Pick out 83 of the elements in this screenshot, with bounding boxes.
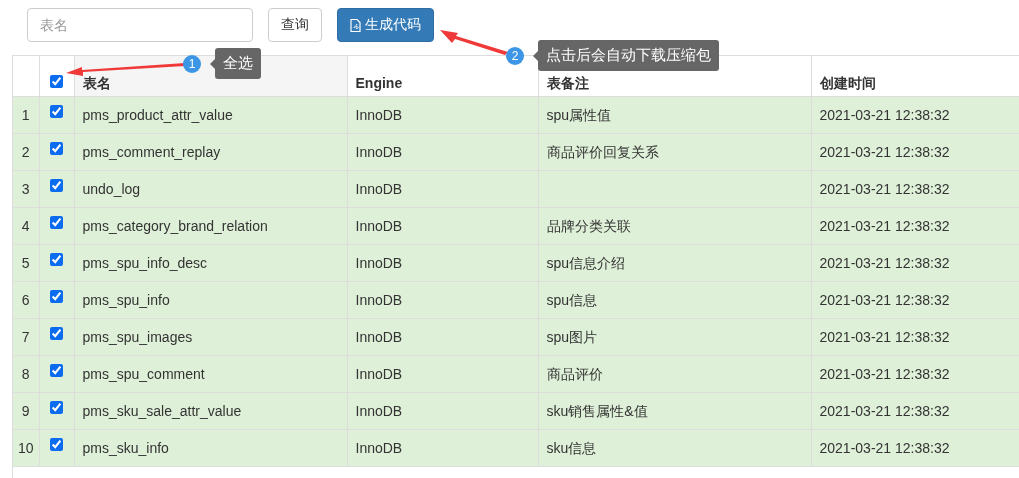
table-cell: pms_spu_comment bbox=[82, 366, 205, 382]
row-number: 7 bbox=[21, 329, 30, 345]
tooltip: 全选 bbox=[215, 48, 261, 79]
table-cell: InnoDB bbox=[355, 255, 403, 271]
table-row[interactable]: 3 undo_log InnoDB 2021-03-21 12:38:32 bbox=[13, 170, 1019, 208]
table-cell: pms_spu_info_desc bbox=[82, 255, 208, 271]
toolbar-button[interactable]: 查询 bbox=[268, 8, 322, 42]
table-cell: spu信息 bbox=[546, 292, 598, 308]
toolbar-button[interactable]: 生成代码 bbox=[337, 8, 434, 42]
table-cell: InnoDB bbox=[355, 218, 403, 234]
table-cell: 2021-03-21 12:38:32 bbox=[819, 181, 950, 197]
table-cell: spu信息介绍 bbox=[546, 255, 626, 271]
row-number: 9 bbox=[21, 403, 30, 419]
table-cell: InnoDB bbox=[355, 440, 403, 456]
step-badge: 1 bbox=[183, 54, 201, 73]
table-cell: 2021-03-21 12:38:32 bbox=[819, 107, 950, 123]
row-checkbox[interactable] bbox=[50, 438, 63, 451]
table-cell: 商品评价 bbox=[546, 366, 603, 382]
table-cell: sku销售属性&值 bbox=[546, 403, 648, 419]
table-row[interactable]: 10 pms_sku_info InnoDB sku信息 2021-03-21 12:38:32 bbox=[13, 429, 1019, 467]
row-number: 3 bbox=[21, 181, 30, 197]
table-cell: 2021-03-21 12:38:32 bbox=[819, 329, 950, 345]
row-checkbox[interactable] bbox=[50, 364, 63, 377]
row-checkbox[interactable] bbox=[50, 142, 63, 155]
table-cell: InnoDB bbox=[355, 292, 403, 308]
table-cell: 2021-03-21 12:38:32 bbox=[819, 292, 950, 308]
table-cell: undo_log bbox=[82, 181, 141, 197]
row-checkbox[interactable] bbox=[50, 327, 63, 340]
row-number: 5 bbox=[21, 255, 30, 271]
table-cell: pms_category_brand_relation bbox=[82, 218, 268, 234]
column-header: 创建时间 bbox=[819, 75, 876, 91]
table-row[interactable]: 6 pms_spu_info InnoDB spu信息 2021-03-21 12:38:32 bbox=[13, 281, 1019, 319]
table-cell: sku信息 bbox=[546, 440, 597, 456]
row-checkbox[interactable] bbox=[50, 105, 63, 118]
table-cell: spu属性值 bbox=[546, 107, 612, 123]
row-number: 4 bbox=[21, 218, 30, 234]
table-cell: pms_spu_info bbox=[82, 292, 170, 308]
table-row[interactable]: 7 pms_spu_images InnoDB spu图片 2021-03-21 12:38:32 bbox=[13, 318, 1019, 356]
table-cell: InnoDB bbox=[355, 329, 403, 345]
column-header: Engine bbox=[355, 75, 403, 91]
search-field[interactable]: 表名 bbox=[27, 8, 253, 42]
table-row[interactable]: 8 pms_spu_comment InnoDB 商品评价 2021-03-21 12:38:32 bbox=[13, 355, 1019, 393]
row-checkbox[interactable] bbox=[50, 253, 63, 266]
table-cell: spu图片 bbox=[546, 329, 598, 345]
table-cell: 2021-03-21 12:38:32 bbox=[819, 403, 950, 419]
table-cell: 2021-03-21 12:38:32 bbox=[819, 255, 950, 271]
row-number: 1 bbox=[21, 107, 30, 123]
row-number: 8 bbox=[21, 366, 30, 382]
table-cell: InnoDB bbox=[355, 403, 403, 419]
table-cell: 品牌分类关联 bbox=[546, 218, 631, 234]
row-number: 10 bbox=[17, 440, 34, 456]
table-cell: pms_product_attr_value bbox=[82, 107, 233, 123]
table-cell: pms_comment_replay bbox=[82, 144, 221, 160]
table-cell: 2021-03-21 12:38:32 bbox=[819, 144, 950, 160]
row-checkbox[interactable] bbox=[50, 290, 63, 303]
column-header: 表名 bbox=[82, 75, 111, 91]
table-cell: 商品评价回复关系 bbox=[546, 144, 659, 160]
table-cell: pms_sku_sale_attr_value bbox=[82, 403, 242, 419]
table-cell: pms_spu_images bbox=[82, 329, 193, 345]
table-cell: 2021-03-21 12:38:32 bbox=[819, 366, 950, 382]
table-row[interactable]: 1 pms_product_attr_value InnoDB spu属性值 2021-03-21 12:38:32 bbox=[13, 96, 1019, 134]
row-number: 2 bbox=[21, 144, 30, 160]
row-checkbox[interactable] bbox=[50, 216, 63, 229]
table-cell: InnoDB bbox=[355, 107, 403, 123]
step-badge: 2 bbox=[506, 46, 524, 65]
row-checkbox[interactable] bbox=[50, 179, 63, 192]
table-cell: InnoDB bbox=[355, 144, 403, 160]
table-cell: InnoDB bbox=[355, 366, 403, 382]
table-cell: 2021-03-21 12:38:32 bbox=[819, 218, 950, 234]
tooltip: 点击后会自动下载压缩包 bbox=[538, 40, 719, 71]
table-row[interactable]: 4 pms_category_brand_relation InnoDB 品牌分类关联 2021-03-21 12:38:32 bbox=[13, 207, 1019, 245]
column-header: 表备注 bbox=[546, 75, 589, 91]
table-row[interactable]: 9 pms_sku_sale_attr_value InnoDB sku销售属性&值 2021-03-21 12:38:32 bbox=[13, 392, 1019, 430]
table-row[interactable]: 2 pms_comment_replay InnoDB 商品评价回复关系 2021-03-21 12:38:32 bbox=[13, 133, 1019, 171]
arrow bbox=[440, 30, 508, 55]
table-row[interactable]: 5 pms_spu_info_desc InnoDB spu信息介绍 2021-03-21 12:38:32 bbox=[13, 244, 1019, 282]
table-cell: 2021-03-21 12:38:32 bbox=[819, 440, 950, 456]
table-cell: pms_sku_info bbox=[82, 440, 169, 456]
select-all-checkbox[interactable] bbox=[50, 75, 63, 88]
row-checkbox[interactable] bbox=[50, 401, 63, 414]
document-icon bbox=[350, 18, 361, 32]
table-cell: InnoDB bbox=[355, 181, 403, 197]
row-number: 6 bbox=[21, 292, 30, 308]
